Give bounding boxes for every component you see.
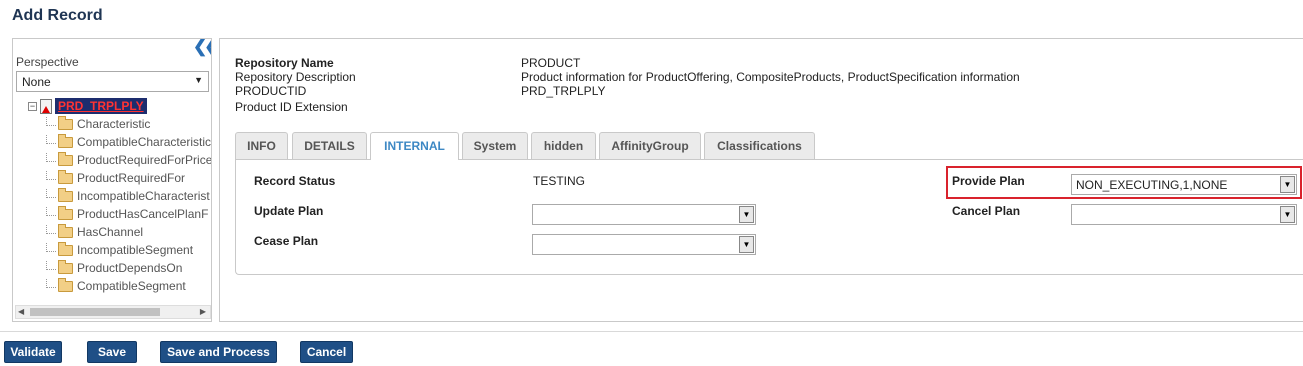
cease-plan-select[interactable]: ▼	[532, 234, 756, 255]
perspective-panel: ❮❮ Perspective None ▼ − PRD_TRPLPLY Char…	[12, 38, 212, 322]
tree-item-label: ProductHasCancelPlanF	[77, 207, 209, 221]
footer-divider	[0, 331, 1303, 332]
product-id-extension-label: Product ID Extension	[235, 100, 348, 114]
collapse-left-icon[interactable]: ❮❮	[193, 39, 211, 57]
record-status-label: Record Status	[254, 174, 336, 188]
record-tree: − PRD_TRPLPLY Characteristic CompatibleC…	[13, 97, 212, 293]
tree-item-label: CompatibleCharacteristic	[77, 135, 212, 149]
tree-item-label: Characteristic	[77, 117, 151, 131]
update-plan-label: Update Plan	[254, 204, 324, 218]
tree-item-label: ProductRequiredFor	[77, 171, 186, 185]
tree-item[interactable]: CompatibleCharacteristic	[46, 133, 211, 151]
folder-icon	[58, 187, 73, 202]
repository-description-label: Repository Description	[235, 70, 356, 84]
tab-internal[interactable]: INTERNAL	[370, 132, 459, 160]
tree-item[interactable]: HasChannel	[46, 223, 143, 241]
folder-icon	[58, 151, 73, 166]
scroll-right-icon[interactable]: ▶	[200, 307, 206, 316]
chevron-down-icon: ▼	[739, 236, 754, 253]
chevron-down-icon: ▼	[1280, 206, 1295, 223]
page-title: Add Record	[12, 7, 103, 24]
cease-plan-label: Cease Plan	[254, 234, 319, 248]
provide-plan-highlight	[946, 166, 1302, 199]
folder-icon	[58, 133, 73, 148]
repository-name-value: PRODUCT	[521, 56, 581, 70]
tree-horizontal-scrollbar[interactable]: ◀ ▶	[15, 305, 211, 319]
tree-item[interactable]: ProductHasCancelPlanF	[46, 205, 208, 223]
folder-icon	[58, 115, 73, 130]
repository-name-label: Repository Name	[235, 56, 334, 70]
save-button[interactable]: Save	[87, 341, 137, 363]
tree-item-label: IncompatibleSegment	[77, 243, 194, 257]
tree-item[interactable]: ProductRequiredFor	[46, 169, 185, 187]
product-id-label: PRODUCTID	[235, 84, 307, 98]
chevron-down-icon: ▼	[194, 75, 203, 85]
record-status-value: TESTING	[533, 174, 586, 188]
tree-item-label: ProductDependsOn	[77, 261, 183, 275]
tab-affinity-group[interactable]: AffinityGroup	[599, 132, 701, 159]
folder-icon	[58, 223, 73, 238]
cancel-plan-select[interactable]: ▼	[1071, 204, 1297, 225]
perspective-select-value: None	[22, 75, 51, 89]
tree-item[interactable]: Characteristic	[46, 115, 150, 133]
tab-details[interactable]: DETAILS	[292, 132, 367, 159]
tree-item-label: IncompatibleCharacterist	[77, 189, 210, 203]
cancel-plan-label: Cancel Plan	[952, 204, 1021, 218]
tree-item[interactable]: IncompatibleSegment	[46, 241, 193, 259]
chevron-down-icon: ▼	[739, 206, 754, 223]
tree-item-label: HasChannel	[77, 225, 144, 239]
folder-icon	[58, 241, 73, 256]
record-warning-icon	[40, 98, 52, 114]
tree-item[interactable]: IncompatibleCharacterist	[46, 187, 210, 205]
collapse-node-icon[interactable]: −	[28, 101, 37, 111]
tree-root-node[interactable]: − PRD_TRPLPLY	[28, 97, 147, 115]
cancel-button[interactable]: Cancel	[300, 341, 353, 363]
folder-icon	[58, 259, 73, 274]
scroll-left-icon[interactable]: ◀	[18, 307, 24, 316]
tab-classifications[interactable]: Classifications	[704, 132, 815, 159]
tab-hidden[interactable]: hidden	[531, 132, 596, 159]
tree-item[interactable]: CompatibleSegment	[46, 277, 186, 293]
tree-item-label: ProductRequiredForPrice	[77, 153, 212, 167]
update-plan-select[interactable]: ▼	[532, 204, 756, 225]
folder-icon	[58, 169, 73, 184]
validate-button[interactable]: Validate	[4, 341, 62, 363]
tree-root-label[interactable]: PRD_TRPLPLY	[55, 98, 147, 114]
folder-icon	[58, 277, 73, 292]
tree-item[interactable]: ProductRequiredForPrice	[46, 151, 212, 169]
perspective-select[interactable]: None ▼	[16, 71, 209, 92]
scrollbar-thumb[interactable]	[30, 308, 160, 316]
tab-info[interactable]: INFO	[235, 132, 288, 159]
tab-system[interactable]: System	[462, 132, 528, 159]
folder-icon	[58, 205, 73, 220]
tree-item[interactable]: ProductDependsOn	[46, 259, 182, 277]
tree-item-label: CompatibleSegment	[77, 279, 186, 293]
repository-description-value: Product information for ProductOffering,…	[521, 70, 1020, 84]
save-and-process-button[interactable]: Save and Process	[160, 341, 277, 363]
product-id-value: PRD_TRPLPLY	[521, 84, 606, 98]
perspective-label: Perspective	[16, 55, 79, 69]
